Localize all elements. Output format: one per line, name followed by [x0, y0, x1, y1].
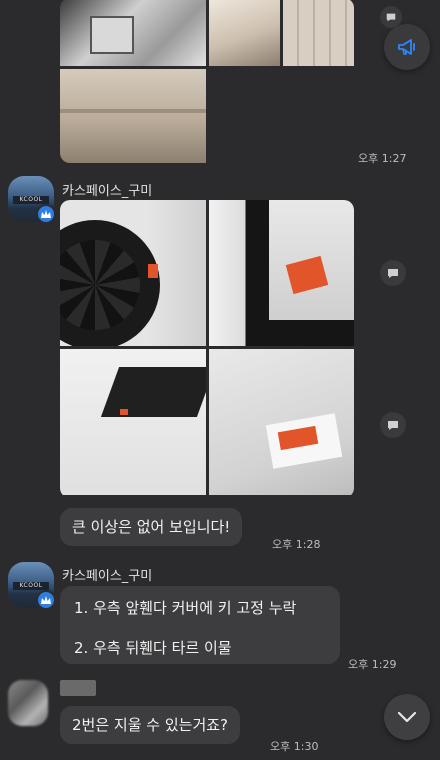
message-text: 2번은 지울 수 있는거죠? — [72, 716, 229, 734]
share-icon[interactable] — [380, 412, 406, 438]
timestamp: 오후 1:28 — [272, 538, 321, 551]
message-text: 큰 이상은 없어 보입니다! — [72, 518, 231, 536]
photo-door-marker[interactable] — [209, 349, 354, 495]
crown-icon — [36, 590, 56, 610]
photo-front-wheel[interactable] — [60, 200, 206, 346]
message-bubble[interactable]: 큰 이상은 없어 보입니다! — [60, 508, 243, 546]
message-line: 2. 우측 뒤휀다 타르 이물 — [74, 639, 232, 657]
photo-seat-bolster[interactable] — [209, 0, 280, 66]
megaphone-icon — [398, 39, 415, 55]
photo-grid-top[interactable] — [60, 0, 354, 163]
chevron-down-icon — [397, 711, 417, 723]
crown-icon — [36, 204, 56, 224]
scroll-down-button[interactable] — [384, 694, 430, 740]
share-icon[interactable] — [380, 6, 402, 28]
message-bubble[interactable]: 2번은 지울 수 있는거죠? — [60, 706, 241, 744]
photo-seat-quilted[interactable] — [283, 0, 354, 66]
photo-rear-seats[interactable] — [60, 69, 206, 163]
timestamp: 오후 1:27 — [358, 152, 407, 165]
photo-grid-damage[interactable] — [60, 200, 354, 498]
message-line: 1. 우측 앞휀다 커버에 키 고정 누락 — [74, 599, 297, 617]
avatar-sign-text: KCOOL — [13, 196, 49, 204]
sender-name: 카스페이스_구미 — [62, 184, 153, 199]
avatar-blurred[interactable] — [8, 680, 48, 726]
photo-fender-marker[interactable] — [209, 200, 354, 346]
sender-name: 카스페이스_구미 — [62, 569, 153, 584]
photo-trunk-tray[interactable] — [60, 0, 206, 66]
photo-rear-quarter[interactable] — [60, 349, 206, 495]
share-icon[interactable] — [380, 260, 406, 286]
sender-name-blurred — [60, 680, 96, 696]
timestamp: 오후 1:30 — [270, 740, 319, 753]
message-bubble[interactable]: 1. 우측 앞휀다 커버에 키 고정 누락 2. 우측 뒤휀다 타르 이물 — [60, 586, 340, 664]
announcement-button[interactable] — [384, 24, 430, 70]
avatar-sign-text: KCOOL — [13, 582, 49, 590]
timestamp: 오후 1:29 — [348, 658, 397, 671]
